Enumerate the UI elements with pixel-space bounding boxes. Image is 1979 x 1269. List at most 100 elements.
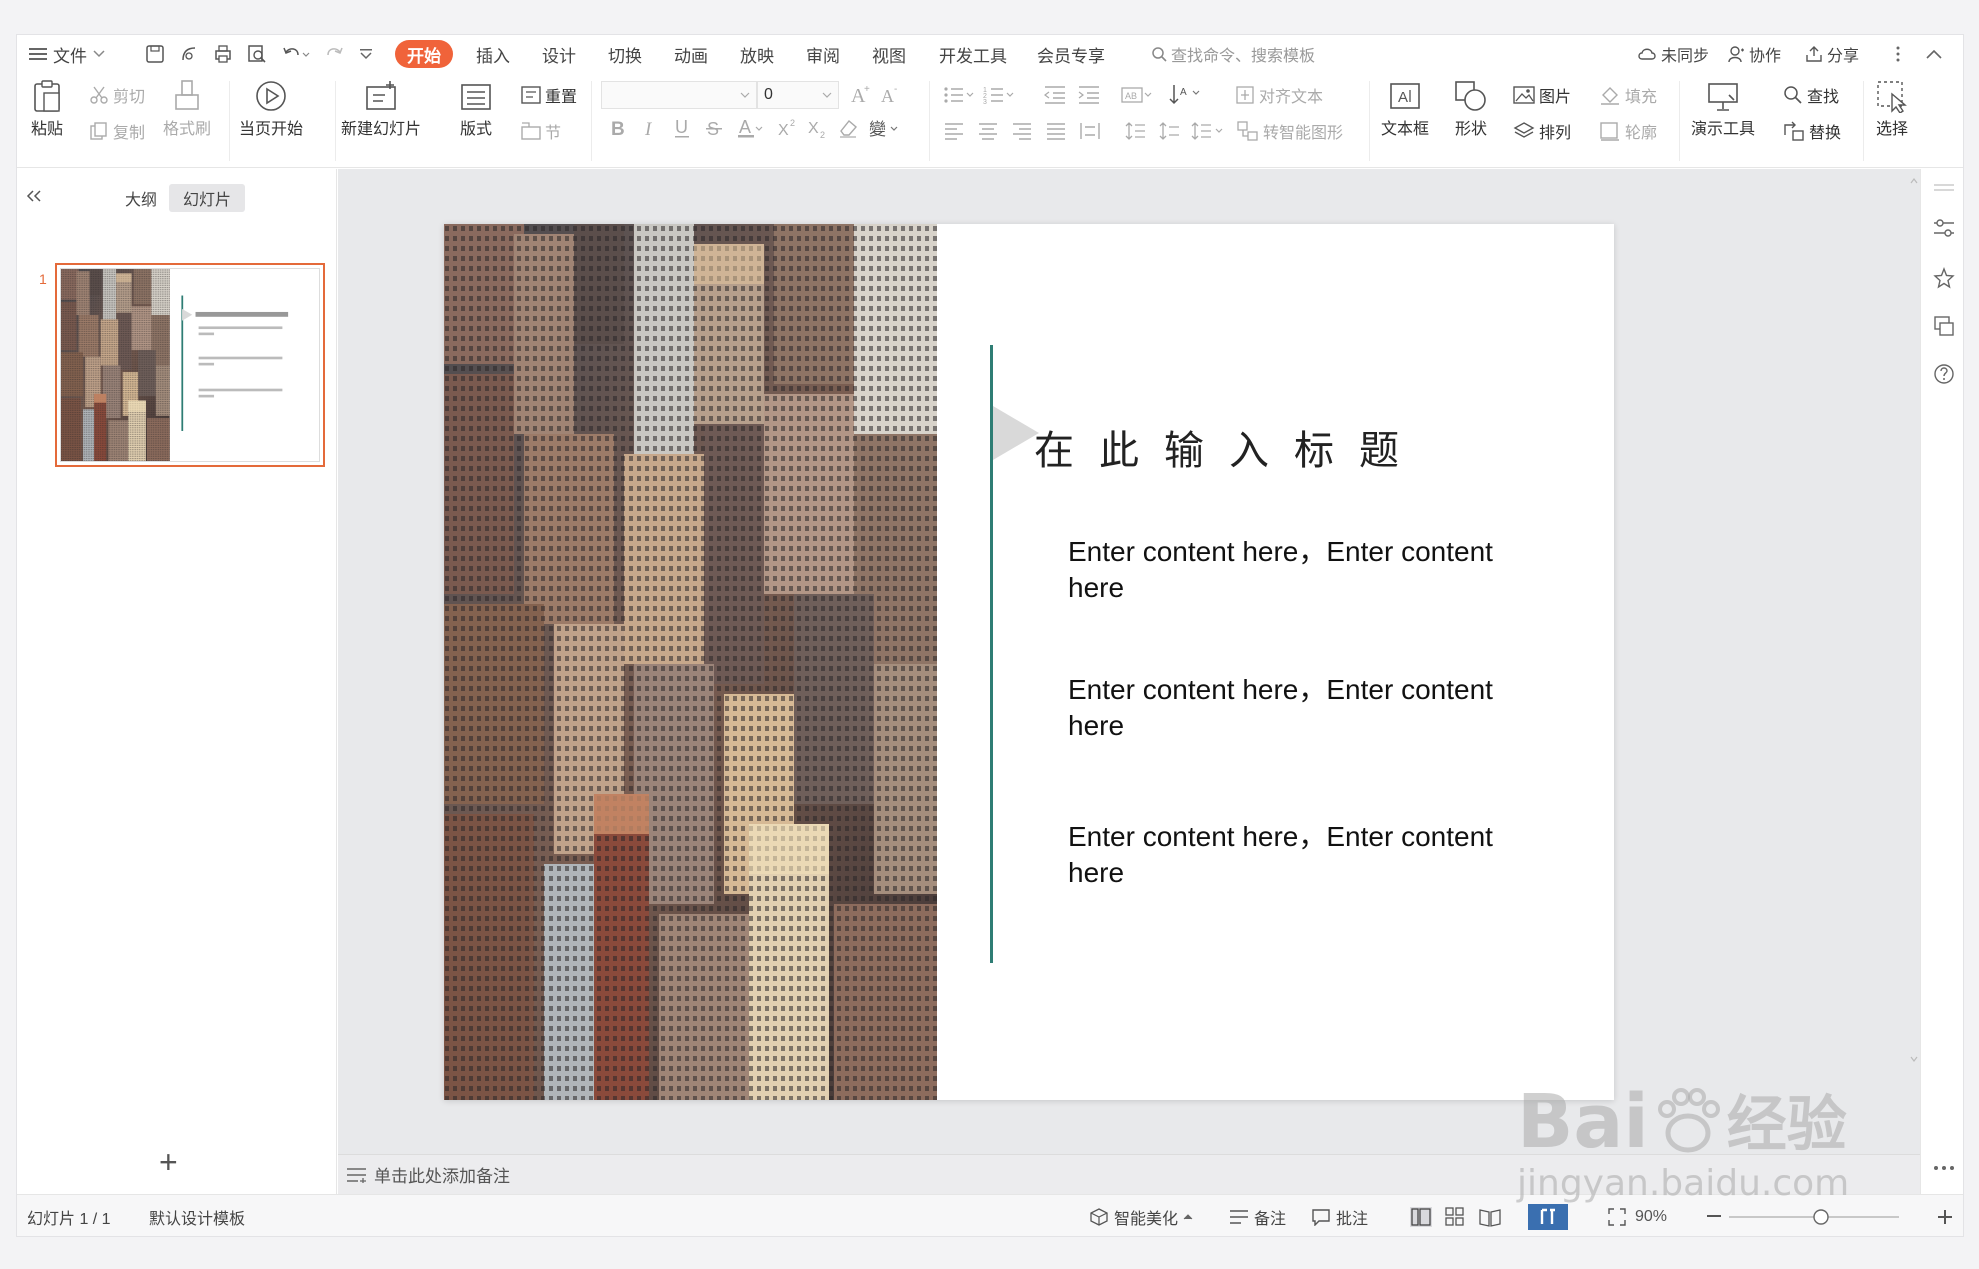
print-icon[interactable]: [213, 39, 233, 69]
slide[interactable]: 在此输入标题 Enter content here，Enter content …: [444, 224, 1614, 1100]
bold-icon[interactable]: B: [609, 117, 627, 139]
subscript-icon[interactable]: X2: [807, 117, 829, 139]
outline-button[interactable]: 轮廓: [1599, 119, 1657, 143]
help-icon[interactable]: [1933, 363, 1955, 385]
sync-status[interactable]: 未同步: [1637, 40, 1709, 68]
numbering-icon[interactable]: 123: [983, 85, 1017, 105]
city-photo[interactable]: [444, 224, 937, 1100]
smart-beautify-button[interactable]: 智能美化: [1089, 1195, 1193, 1236]
command-search[interactable]: 查找命令、搜索模板: [1151, 40, 1315, 68]
design-template[interactable]: 默认设计模板: [149, 1195, 245, 1236]
format-painter-button[interactable]: 格式刷: [163, 77, 211, 139]
zoom-in-icon[interactable]: [1937, 1195, 1953, 1236]
find-button[interactable]: 查找: [1783, 83, 1839, 107]
add-slide-button[interactable]: +: [159, 1146, 178, 1178]
redo-icon[interactable]: [323, 39, 345, 69]
star-icon[interactable]: [1933, 267, 1955, 289]
distribute-icon[interactable]: [1079, 121, 1101, 141]
align-center-icon[interactable]: [977, 121, 999, 141]
text-direction-icon[interactable]: AB: [1121, 85, 1155, 105]
notes-toggle-button[interactable]: 备注: [1229, 1195, 1286, 1236]
tab-review[interactable]: 审阅: [801, 40, 845, 68]
fill-button[interactable]: 填充: [1599, 83, 1657, 107]
slide-sorter-icon[interactable]: [1445, 1195, 1465, 1236]
save-icon[interactable]: [145, 39, 165, 69]
clear-format-icon[interactable]: [837, 117, 859, 139]
tab-developer[interactable]: 开发工具: [935, 40, 1011, 68]
align-left-icon[interactable]: [943, 121, 965, 141]
paragraph-spacing-icon[interactable]: [1159, 121, 1181, 141]
new-slide-button[interactable]: 新建幻灯片: [341, 77, 421, 139]
decrease-font-icon[interactable]: A-: [879, 83, 903, 105]
print-preview-icon[interactable]: [247, 39, 267, 69]
replace-button[interactable]: 替换: [1783, 119, 1841, 143]
baidu-watermark: Bai 经验 jingyan.baidu.com: [1517, 1085, 1849, 1204]
tab-home[interactable]: 开始: [395, 40, 453, 68]
sort-text-icon[interactable]: A: [1169, 83, 1203, 105]
slide-title[interactable]: 在此输入标题: [1034, 418, 1474, 476]
italic-icon[interactable]: I: [641, 117, 659, 139]
textbox-button[interactable]: A 文本框: [1381, 77, 1429, 139]
align-right-icon[interactable]: [1011, 121, 1033, 141]
strikethrough-icon[interactable]: S: [705, 117, 723, 139]
file-menu[interactable]: 文件: [29, 39, 105, 69]
increase-font-icon[interactable]: A +: [849, 83, 873, 105]
more-icon[interactable]: [1933, 1157, 1955, 1179]
comments-button[interactable]: 批注: [1311, 1195, 1368, 1236]
tab-insert[interactable]: 插入: [471, 40, 515, 68]
increase-indent-icon[interactable]: [1077, 85, 1101, 105]
arrange-button[interactable]: 排列: [1513, 119, 1571, 143]
bullets-icon[interactable]: [943, 85, 977, 105]
font-color-icon[interactable]: A: [737, 117, 763, 139]
share-button[interactable]: 分享: [1805, 40, 1859, 68]
undo-icon[interactable]: [281, 39, 311, 69]
font-size-select[interactable]: 0: [757, 81, 839, 109]
columns-icon[interactable]: [1191, 121, 1225, 141]
collapse-ribbon-icon[interactable]: [1925, 39, 1943, 69]
collab-button[interactable]: 协作: [1727, 40, 1781, 68]
layout-button[interactable]: 版式: [459, 77, 493, 139]
select-button[interactable]: 选择: [1875, 77, 1909, 139]
tab-design[interactable]: 设计: [537, 40, 581, 68]
normal-view-icon[interactable]: [1409, 1195, 1433, 1236]
shape-button[interactable]: 形状: [1453, 77, 1489, 139]
tab-animations[interactable]: 动画: [669, 40, 713, 68]
slide-bullet-1[interactable]: Enter content here，Enter content here: [1068, 534, 1538, 606]
line-spacing-icon[interactable]: [1125, 121, 1147, 141]
reading-view-icon[interactable]: [1479, 1195, 1501, 1236]
decrease-indent-icon[interactable]: [1043, 85, 1067, 105]
section-button[interactable]: 节: [521, 119, 561, 143]
phonetic-guide-icon[interactable]: 變: [867, 117, 901, 139]
tab-view[interactable]: 视图: [867, 40, 911, 68]
present-tools-button[interactable]: 演示工具: [1691, 77, 1755, 139]
slide-bullet-3[interactable]: Enter content here，Enter content here: [1068, 819, 1538, 891]
superscript-icon[interactable]: X2: [777, 117, 799, 139]
reset-button[interactable]: 重置: [521, 83, 577, 107]
slide-bullet-2[interactable]: Enter content here，Enter content here: [1068, 672, 1538, 744]
chevron-up-icon: [1183, 1214, 1193, 1220]
copy-button[interactable]: 复制: [89, 119, 145, 143]
drag-handle-icon[interactable]: [1933, 177, 1955, 199]
tab-slides[interactable]: 幻灯片: [169, 184, 245, 212]
paste-button[interactable]: 粘贴: [31, 77, 63, 139]
collapse-panel-icon[interactable]: [25, 189, 43, 203]
export-pdf-icon[interactable]: [179, 39, 199, 69]
customize-toolbar-icon[interactable]: [359, 39, 373, 69]
slide-thumbnail[interactable]: [55, 263, 325, 467]
cut-button[interactable]: 剪切: [89, 83, 145, 107]
tab-transitions[interactable]: 切换: [603, 40, 647, 68]
tab-slideshow[interactable]: 放映: [735, 40, 779, 68]
smartart-button[interactable]: 转智能图形: [1237, 119, 1343, 143]
vertical-scrollbar[interactable]: [1908, 169, 1920, 1154]
picture-button[interactable]: 图片: [1513, 83, 1571, 107]
align-text-button[interactable]: 对齐文本: [1235, 83, 1323, 107]
underline-icon[interactable]: U: [673, 117, 691, 139]
justify-icon[interactable]: [1045, 121, 1067, 141]
play-current-button[interactable]: 当页开始: [239, 77, 303, 139]
font-family-select[interactable]: [601, 81, 757, 109]
transition-panel-icon[interactable]: [1933, 315, 1955, 337]
tab-outline[interactable]: 大纲: [115, 184, 167, 212]
properties-icon[interactable]: [1933, 217, 1955, 239]
tab-member[interactable]: 会员专享: [1033, 40, 1109, 68]
more-options-icon[interactable]: [1895, 39, 1901, 69]
